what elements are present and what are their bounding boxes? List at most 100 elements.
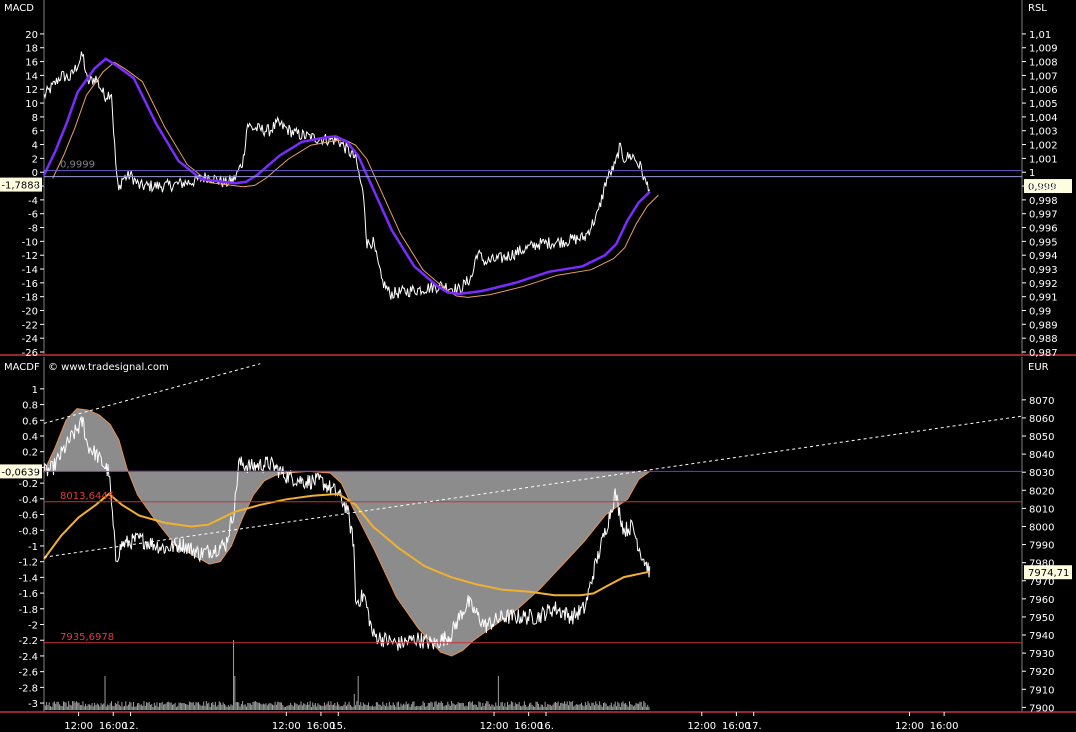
- bottom-left-axis-tick-label: 0.8: [22, 401, 38, 412]
- bottom-left-axis-tick-label: 0.2: [22, 448, 38, 459]
- x-axis-tick-label: 12:00: [687, 721, 716, 732]
- top-right-axis-tick-label: 0,994: [1029, 251, 1058, 262]
- top-left-axis-tick-label: 4: [32, 141, 38, 152]
- top-right-axis-tick-label: 0,989: [1029, 320, 1058, 331]
- top-right-axis-tick-label: 1,001: [1029, 154, 1058, 165]
- bottom-right-axis-tick-label: 8010: [1029, 504, 1054, 515]
- reference-label: 0,9999: [60, 160, 95, 171]
- top-left-axis-tick-label: -26: [22, 348, 38, 359]
- bottom-left-axis-tick-label: -0.8: [18, 526, 38, 537]
- top-left-axis-tick-label: 12: [25, 85, 38, 96]
- x-axis-tick-label: 15.: [330, 721, 346, 732]
- bottom-right-axis-tick-label: 7980: [1029, 559, 1054, 570]
- top-right-axis-tick-label: 0,987: [1029, 348, 1058, 359]
- x-axis-tick-label: 12:00: [272, 721, 301, 732]
- top-right-axis-tick-label: 1,007: [1029, 71, 1058, 82]
- top-right-axis-tick-label: 0,988: [1029, 334, 1058, 345]
- top-right-axis-tick-label: 1: [1029, 168, 1035, 179]
- top-right-axis-tick-label: 1,009: [1029, 44, 1058, 55]
- top-right-axis-tick-label: 1,004: [1029, 113, 1058, 124]
- bottom-left-axis-tick-label: -0.4: [18, 495, 38, 506]
- bottom-left-axis-tick-label: -1.6: [18, 589, 38, 600]
- support-label: 7935,6978: [60, 632, 114, 643]
- top-left-axis-tick-label: -8: [28, 224, 38, 235]
- top-left-axis-tick-label: -16: [22, 279, 38, 290]
- bottom-right-axis-tick-label: 7930: [1029, 649, 1054, 660]
- top-left-axis-tick-label: 18: [25, 44, 38, 55]
- bottom-left-axis-tick-label: -0.6: [18, 511, 38, 522]
- x-axis-tick-label: 12:00: [480, 721, 509, 732]
- top-right-axis-tick-label: 0,998: [1029, 196, 1058, 207]
- bottom-right-axis-tick-label: 8020: [1029, 486, 1054, 497]
- top-left-axis-tick-label: 0: [32, 168, 38, 179]
- top-right-axis-tick-label: 1,01: [1029, 30, 1051, 41]
- bottom-panel-title: MACDF: [4, 362, 40, 373]
- bottom-right-axis-tick-label: 7970: [1029, 577, 1054, 588]
- top-left-axis-tick-label: -18: [22, 293, 38, 304]
- top-right-axis-tick-label: 1,003: [1029, 127, 1058, 138]
- x-axis-tick-label: 16.: [538, 721, 554, 732]
- bottom-right-axis-tick-label: 8050: [1029, 432, 1054, 443]
- bottom-left-axis-tick-label: -2: [28, 621, 38, 632]
- bottom-right-axis-tick-label: 7910: [1029, 685, 1054, 696]
- top-left-axis-tick-label: 8: [32, 113, 38, 124]
- axis-labels: 20181614121086420-2-4-6-8-10-12-14-16-18…: [18, 30, 1057, 732]
- bottom-left-axis-tick-label: -2.6: [18, 668, 38, 679]
- resistance-label: 8013,6445: [60, 491, 114, 502]
- x-axis-tick-label: 16:00: [930, 721, 959, 732]
- x-axis-tick-label: 17.: [746, 721, 762, 732]
- top-right-axis-tick-label: 0,99: [1029, 307, 1051, 318]
- panel-frames: [0, 0, 1076, 713]
- bottom-left-axis-tick-label: -1.4: [18, 573, 38, 584]
- top-left-axis-tick-label: -10: [22, 237, 38, 248]
- top-right-axis-tick-label: 0,993: [1029, 265, 1058, 276]
- series-lines: [42, 51, 659, 710]
- top-right-axis-tick-label: 0,995: [1029, 237, 1058, 248]
- bottom-right-axis-tick-label: 7900: [1029, 703, 1054, 714]
- bottom-left-axis-tick-label: 0.6: [22, 416, 38, 427]
- histogram-area: [43, 408, 652, 657]
- top-left-axis-tick-label: 16: [25, 58, 38, 69]
- top-left-axis-tick-label: -2: [28, 182, 38, 193]
- x-axis-tick-label: 12.: [123, 721, 139, 732]
- top-left-axis-tick-label: 10: [25, 99, 38, 110]
- bottom-left-axis-tick-label: 0: [32, 463, 38, 474]
- bottom-left-axis-tick-label: -3: [28, 699, 38, 710]
- bottom-right-axis-tick-label: 7920: [1029, 667, 1054, 678]
- top-right-axis-title: RSL: [1028, 3, 1047, 14]
- top-left-axis-tick-label: 20: [25, 30, 38, 41]
- bottom-left-axis-tick-label: -1.2: [18, 558, 38, 569]
- top-panel-title: MACD: [4, 3, 34, 14]
- bottom-left-axis-tick-label: 0.4: [22, 432, 38, 443]
- bottom-right-axis-tick-label: 7940: [1029, 631, 1054, 642]
- top-left-axis-tick-label: -24: [22, 334, 38, 345]
- top-left-axis-tick-label: -14: [22, 265, 38, 276]
- top-left-axis-tick-label: 2: [32, 154, 38, 165]
- bottom-right-axis-tick-label: 7950: [1029, 613, 1054, 624]
- bottom-left-axis-tick-label: -1: [28, 542, 38, 553]
- bottom-right-axis-tick-label: 7990: [1029, 541, 1054, 552]
- top-right-axis-tick-label: 0,996: [1029, 224, 1058, 235]
- bottom-left-axis-tick-label: -1.8: [18, 605, 38, 616]
- top-left-axis-tick-label: -6: [28, 210, 38, 221]
- rsl-series: [43, 51, 650, 300]
- x-axis-tick-label: 12:00: [895, 721, 924, 732]
- top-left-axis-tick-label: 6: [32, 127, 38, 138]
- bottom-right-axis-tick-label: 8000: [1029, 522, 1054, 533]
- top-right-axis-tick-label: 1,006: [1029, 85, 1058, 96]
- top-right-axis-tick-label: 0,991: [1029, 293, 1058, 304]
- x-axis-tick-label: 12:00: [64, 721, 93, 732]
- bottom-left-axis-tick-label: -2.4: [18, 652, 38, 663]
- top-left-axis-tick-label: -12: [22, 251, 38, 262]
- chart-canvas: 0,9999-1,7888 0,9998013,64457935,6978-0,0…: [0, 0, 1076, 732]
- top-right-axis-tick-label: 1,008: [1029, 58, 1058, 69]
- bottom-right-axis-tick-label: 7960: [1029, 595, 1054, 606]
- bottom-left-axis-tick-label: -2.8: [18, 683, 38, 694]
- top-right-axis-tick-label: 0,992: [1029, 279, 1058, 290]
- top-left-axis-tick-label: -20: [22, 307, 38, 318]
- bottom-left-axis-tick-label: -2.2: [18, 636, 38, 647]
- top-left-axis-tick-label: -22: [22, 320, 38, 331]
- top-left-axis-tick-label: 14: [25, 71, 38, 82]
- bottom-right-axis-tick-label: 8070: [1029, 396, 1054, 407]
- macdf-histogram-area: [43, 408, 652, 657]
